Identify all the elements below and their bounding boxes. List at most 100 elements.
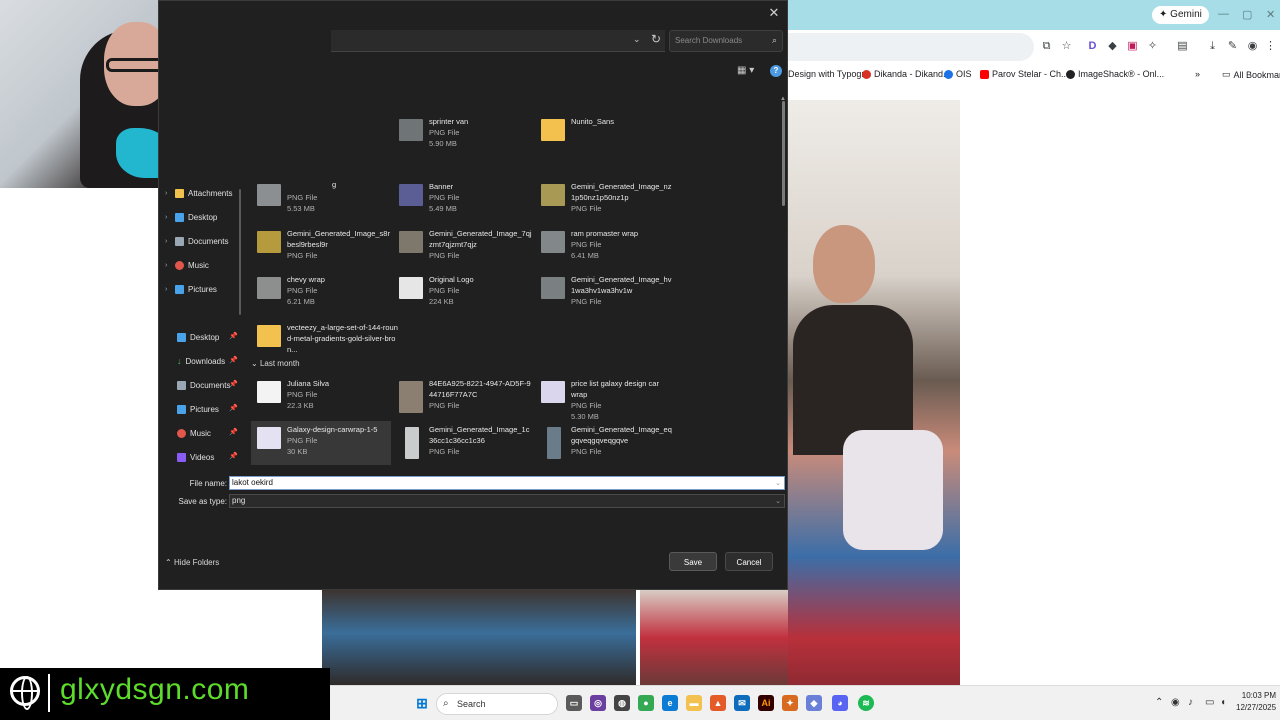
view-options-icon[interactable]: ▦ ▾: [737, 65, 754, 76]
volume-icon[interactable]: ◖: [1220, 697, 1226, 708]
pin-icon[interactable]: 📌: [229, 452, 238, 460]
edge-icon[interactable]: e: [662, 695, 678, 711]
refresh-icon[interactable]: ↻: [651, 32, 661, 46]
file-list-scrollbar[interactable]: [782, 101, 785, 206]
bookmark-item[interactable]: Design with Typogr...: [788, 69, 871, 79]
expand-icon[interactable]: ›: [165, 286, 171, 293]
all-bookmarks[interactable]: ▭All Bookmarks: [1222, 69, 1280, 80]
help-icon[interactable]: ?: [770, 65, 782, 77]
app-icon[interactable]: ✦: [782, 695, 798, 711]
download-icon[interactable]: ⤓: [1206, 40, 1219, 53]
file-item[interactable]: Gemini_Generated_Image_eqgqveqgqveqgqve P…: [535, 421, 675, 465]
chrome-icon[interactable]: ●: [638, 695, 654, 711]
folder-item[interactable]: Nunito_Sans: [535, 113, 675, 157]
bookmark-item[interactable]: Dikanda - Dikand...: [862, 69, 951, 79]
nav-item-music[interactable]: › Music: [165, 257, 209, 273]
dialog-address-bar[interactable]: [331, 30, 665, 52]
gemini-tab[interactable]: ✦ Gemini: [1152, 6, 1209, 24]
bookmarks-overflow-icon[interactable]: »: [1195, 69, 1200, 79]
file-item[interactable]: price list galaxy design car wrap PNG Fil…: [535, 375, 675, 421]
star-icon[interactable]: ☆: [1060, 40, 1073, 53]
brave-icon[interactable]: ▲: [710, 695, 726, 711]
cancel-button[interactable]: Cancel: [725, 552, 773, 571]
dialog-close-icon[interactable]: ✕: [766, 5, 782, 21]
spotify-icon[interactable]: ≋: [858, 695, 874, 711]
taskbar-search[interactable]: ⌕ Search: [436, 693, 558, 715]
extension-d-icon[interactable]: D: [1086, 40, 1099, 53]
nav-item-pictures[interactable]: › Pictures: [165, 281, 217, 297]
pin-icon[interactable]: 📌: [229, 404, 238, 412]
file-item[interactable]: ram promaster wrap PNG File 6.41 MB: [535, 225, 675, 269]
microphone-icon[interactable]: ♪: [1188, 697, 1193, 708]
expand-icon[interactable]: ›: [165, 262, 171, 269]
task-view-icon[interactable]: ▭: [566, 695, 582, 711]
app-icon[interactable]: ◎: [590, 695, 606, 711]
profile-icon[interactable]: ◉: [1246, 40, 1259, 53]
tray-overflow-icon[interactable]: ⌃: [1155, 697, 1163, 708]
quick-music[interactable]: Music: [177, 425, 211, 441]
network-icon[interactable]: ▭: [1205, 697, 1214, 708]
start-icon[interactable]: ⊞: [414, 695, 430, 711]
file-item-selected[interactable]: Galaxy-design-carwrap-1-5 PNG File 30 KB: [251, 421, 391, 465]
extension-icon[interactable]: ◆: [1106, 40, 1119, 53]
quick-downloads[interactable]: ↓ Downloads: [177, 353, 225, 369]
discord-icon[interactable]: ◕: [832, 695, 848, 711]
pin-icon[interactable]: 📌: [229, 380, 238, 388]
quick-desktop[interactable]: Desktop: [177, 329, 219, 345]
nav-item-desktop[interactable]: › Desktop: [165, 209, 217, 225]
save-button[interactable]: Save: [669, 552, 717, 571]
quick-pictures[interactable]: Pictures: [177, 401, 219, 417]
search-downloads-input[interactable]: Search Downloads ⌕: [669, 30, 783, 52]
pin-icon[interactable]: 📌: [229, 332, 238, 340]
file-explorer-icon[interactable]: ▬: [686, 695, 702, 711]
close-window-icon[interactable]: ✕: [1266, 8, 1275, 21]
group-header-last-month[interactable]: ⌄ Last month: [251, 359, 300, 368]
sidepanel-icon[interactable]: ▤: [1176, 40, 1189, 53]
puzzle-icon[interactable]: ✧: [1146, 40, 1159, 53]
chevron-down-icon[interactable]: ⌄: [775, 478, 781, 490]
file-item[interactable]: Gemini_Generated_Image_nz1p50nz1p50nz1p P…: [535, 178, 675, 222]
chevron-down-icon[interactable]: ⌄: [633, 34, 641, 45]
expand-icon[interactable]: ›: [165, 238, 171, 245]
file-item[interactable]: chevy wrap PNG File 6.21 MB: [251, 271, 391, 315]
file-item[interactable]: g PNG File 5.53 MB: [251, 178, 391, 222]
install-app-icon[interactable]: ⧉: [1040, 40, 1053, 53]
file-item[interactable]: 84E6A925-8221-4947-AD5F-944716F77A7C PNG …: [393, 375, 533, 419]
edit-icon[interactable]: ✎: [1226, 40, 1239, 53]
file-item[interactable]: Original Logo PNG File 224 KB: [393, 271, 533, 315]
minimize-icon[interactable]: —: [1218, 8, 1229, 20]
clock[interactable]: 10:03 PM 12/27/2025: [1236, 690, 1276, 714]
illustrator-icon[interactable]: Ai: [758, 695, 774, 711]
expand-icon[interactable]: ›: [165, 214, 171, 221]
file-item[interactable]: Gemini_Generated_Image_hv1wa3hv1wa3hv1w P…: [535, 271, 675, 315]
file-item[interactable]: Banner PNG File 5.49 MB: [393, 178, 533, 222]
file-item[interactable]: Gemini_Generated_Image_s8rbesl9rbesl9r PN…: [251, 225, 391, 269]
bookmark-item[interactable]: ImageShack® - Onl...: [1066, 69, 1164, 79]
file-item[interactable]: Juliana Silva PNG File 22.3 KB: [251, 375, 391, 419]
pin-icon[interactable]: 📌: [229, 428, 238, 436]
nav-item-documents[interactable]: › Documents: [165, 233, 228, 249]
address-bar[interactable]: [788, 33, 1034, 61]
quick-documents[interactable]: Documents: [177, 377, 230, 393]
bookmark-item[interactable]: OIS: [944, 69, 972, 79]
file-item[interactable]: Gemini_Generated_Image_7qjzmt7qjzmt7qjz P…: [393, 225, 533, 269]
folder-item[interactable]: vecteezy_a-large-set-of-144-round-metal-…: [251, 319, 401, 363]
file-name-input[interactable]: lakot oekird ⌄: [229, 476, 785, 490]
hide-folders-toggle[interactable]: ⌃ Hide Folders: [165, 558, 219, 567]
app-icon[interactable]: ◍: [614, 695, 630, 711]
tray-app-icon[interactable]: ◉: [1171, 697, 1180, 708]
menu-icon[interactable]: ⋮: [1264, 40, 1277, 53]
expand-icon[interactable]: ›: [165, 190, 171, 197]
quick-videos[interactable]: Videos: [177, 449, 214, 465]
pin-icon[interactable]: 📌: [229, 356, 238, 364]
maximize-icon[interactable]: ▢: [1242, 8, 1252, 21]
app-icon[interactable]: ◆: [806, 695, 822, 711]
mail-icon[interactable]: ✉: [734, 695, 750, 711]
file-item[interactable]: sprinter van PNG File 5.90 MB: [393, 113, 533, 157]
file-item[interactable]: Gemini_Generated_Image_1c36cc1c36cc1c36 P…: [393, 421, 533, 465]
nav-scrollbar[interactable]: [239, 189, 241, 315]
extension-red-icon[interactable]: ▣: [1126, 40, 1139, 53]
nav-item-attachments[interactable]: › Attachments: [165, 185, 232, 201]
bookmark-item[interactable]: Parov Stelar - Ch...: [980, 69, 1069, 79]
save-type-select[interactable]: png ⌄: [229, 494, 785, 508]
